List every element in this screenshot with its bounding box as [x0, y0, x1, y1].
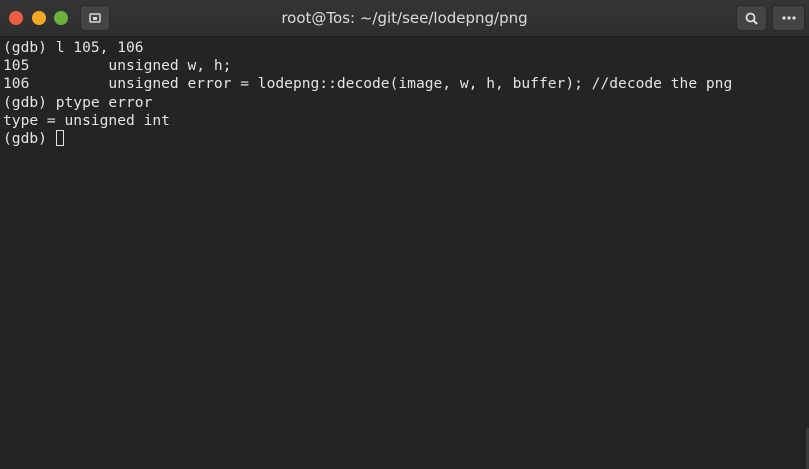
prompt-line[interactable]: (gdb)	[3, 129, 806, 148]
maximize-button[interactable]	[54, 11, 68, 25]
new-tab-icon	[89, 13, 101, 23]
menu-icon	[781, 16, 796, 20]
close-button[interactable]	[9, 11, 23, 25]
terminal-line: 106 unsigned error = lodepng::decode(ima…	[3, 75, 733, 93]
terminal-line: (gdb) ptype error	[3, 93, 153, 111]
terminal-window: root@Tos: ~/git/see/lodepng/png (gdb) l …	[0, 0, 809, 469]
gdb-prompt: (gdb)	[3, 129, 56, 147]
title-bar[interactable]: root@Tos: ~/git/see/lodepng/png	[0, 0, 809, 37]
window-title: root@Tos: ~/git/see/lodepng/png	[281, 9, 528, 27]
new-tab-button[interactable]	[80, 5, 110, 31]
minimize-button[interactable]	[32, 11, 46, 25]
terminal-line: 105 unsigned w, h;	[3, 57, 232, 75]
menu-button[interactable]	[772, 5, 805, 31]
terminal-line: (gdb) l 105, 106	[3, 39, 144, 56]
text-cursor	[55, 129, 64, 146]
terminal-output[interactable]: (gdb) l 105, 106 105 unsigned w, h; 106 …	[0, 38, 809, 469]
terminal-line: type = unsigned int	[3, 111, 170, 129]
search-icon	[745, 12, 758, 25]
search-button[interactable]	[736, 5, 767, 31]
